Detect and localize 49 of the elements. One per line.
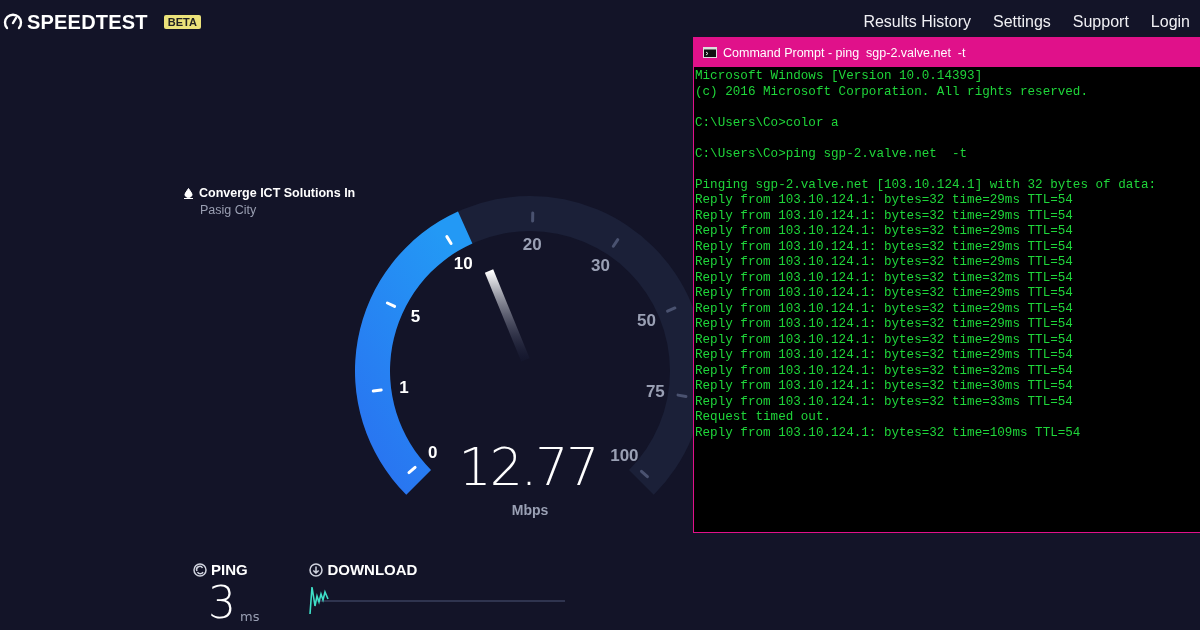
gauge-scale-label: 20 (522, 234, 542, 254)
nav-link[interactable]: Support (1072, 13, 1129, 31)
console-line: Reply from 103.10.124.1: bytes=32 time=33ms TTL=54 (695, 394, 1074, 410)
console-line: Reply from 103.10.124.1: bytes=32 time=29ms TTL=54 (695, 224, 1074, 240)
gauge-logo-icon (3, 12, 23, 32)
gauge-scale-label: 50 (637, 310, 656, 330)
console-line: Microsoft Windows [Version 10.0.14393] (695, 69, 984, 85)
console-line: Reply from 103.10.124.1: bytes=32 time=29ms TTL=54 (695, 317, 1074, 333)
console-line: Reply from 103.10.124.1: bytes=32 time=29ms TTL=54 (695, 301, 1074, 317)
server-location: Pasig City (199, 203, 258, 217)
speed-unit: Mbps (511, 502, 549, 518)
beta-badge: BETA (163, 15, 201, 29)
console-line: Reply from 103.10.124.1: bytes=32 time=29ms TTL=54 (695, 348, 1074, 364)
gauge-scale-label: 30 (591, 255, 610, 275)
console-icon (703, 47, 717, 58)
nav-link[interactable]: Settings (993, 13, 1051, 31)
gauge-scale-label: 75 (645, 381, 665, 401)
console-line: Pinging sgp-2.valve.net [103.10.124.1] with 32 bytes of data: (695, 177, 1157, 193)
nav-link[interactable]: Login (1150, 13, 1190, 31)
console-line: Reply from 103.10.124.1: bytes=32 time=29ms TTL=54 (695, 208, 1074, 224)
gauge-scale-label: 0 (428, 443, 438, 463)
console-line: Reply from 103.10.124.1: bytes=32 time=29ms TTL=54 (695, 332, 1074, 348)
console-line: Request timed out. (695, 410, 833, 426)
gauge-scale-label: 5 (410, 306, 421, 326)
ping-value: 3 (208, 580, 236, 626)
gauge-scale-label: 100 (610, 446, 639, 466)
window-title: Command Prompt - ping sgp-2.valve.net -t (723, 45, 966, 60)
console-line: Reply from 103.10.124.1: bytes=32 time=29ms TTL=54 (695, 193, 1074, 209)
console-line: Reply from 103.10.124.1: bytes=32 time=29ms TTL=54 (695, 239, 1074, 255)
console-line: Reply from 103.10.124.1: bytes=32 time=29ms TTL=54 (695, 255, 1074, 271)
console-line: Reply from 103.10.124.1: bytes=32 time=30ms TTL=54 (695, 379, 1074, 395)
speed-value: 12.77 (458, 437, 598, 497)
download-icon (309, 562, 324, 577)
console-line: C:\Users\Co>ping sgp-2.valve.net -t (695, 146, 969, 162)
console-line: Reply from 103.10.124.1: bytes=32 time=32ms TTL=54 (695, 363, 1074, 379)
console-line: Reply from 103.10.124.1: bytes=32 time=32ms TTL=54 (695, 270, 1074, 286)
console-line: C:\Users\Co>color a (695, 115, 840, 131)
stat-label: PING (211, 561, 248, 578)
console-line: Reply from 103.10.124.1: bytes=32 time=29ms TTL=54 (695, 286, 1074, 302)
ping-unit: ms (240, 609, 260, 626)
console-line: (c) 2016 Microsoft Corporation. All rights reserved. (695, 84, 1089, 100)
stat-label: DOWNLOAD (327, 561, 418, 578)
nav-link[interactable]: Results History (863, 13, 971, 31)
console-line: Reply from 103.10.124.1: bytes=32 time=109ms TTL=54 (695, 425, 1082, 441)
logo-text[interactable]: SPEEDTEST (27, 10, 148, 34)
isp-name: Converge ICT Solutions In (199, 186, 356, 200)
gauge-scale-label: 10 (453, 253, 473, 273)
ping-icon (193, 562, 207, 577)
gauge-scale-label: 1 (399, 377, 409, 397)
